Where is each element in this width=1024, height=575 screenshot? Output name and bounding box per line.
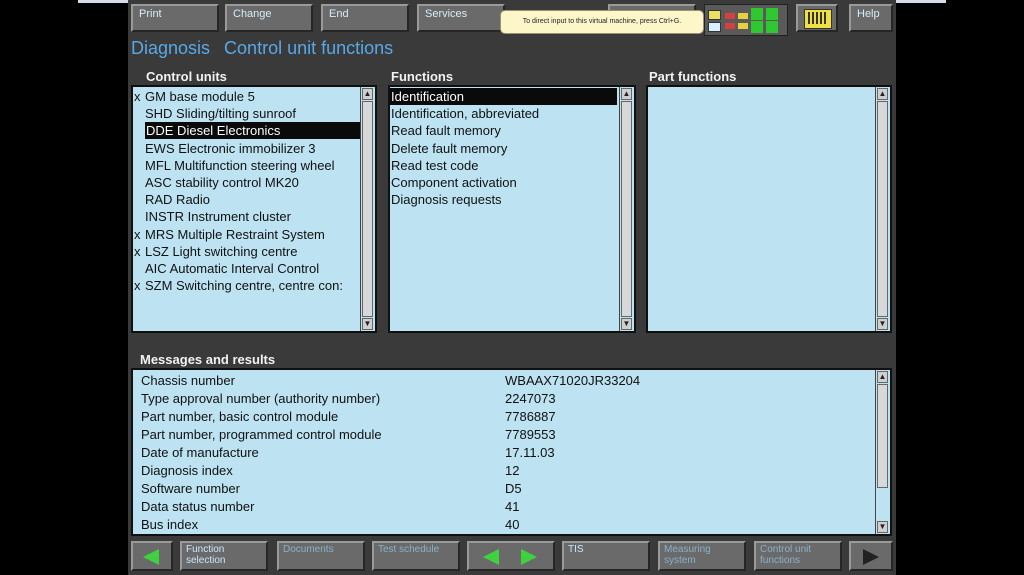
list-item[interactable]: ASC stability control MK20 — [133, 174, 361, 191]
navigate-arrows-button[interactable] — [467, 541, 555, 571]
services-button[interactable]: Services — [417, 4, 505, 32]
connection-status-icon — [704, 4, 788, 36]
control-units-scrollbar[interactable]: ▲ ▼ — [360, 87, 375, 331]
scroll-thumb[interactable] — [877, 101, 888, 317]
functions-scrollbar[interactable]: ▲ ▼ — [619, 87, 634, 331]
list-item[interactable]: x SZM Switching centre, centre con: — [133, 277, 361, 294]
page-title: Diagnosis Control unit functions — [131, 38, 407, 59]
list-item[interactable]: AIC Automatic Interval Control — [133, 260, 361, 277]
message-value: 17.11.03 — [505, 445, 555, 460]
control-units-label: Control units — [146, 69, 227, 84]
diagnosis-app: Print Change End Services Help To direct… — [128, 0, 896, 575]
documents-button[interactable]: Documents — [277, 541, 365, 571]
list-item[interactable]: Read test code — [390, 157, 620, 174]
scroll-up-icon[interactable]: ▲ — [877, 88, 888, 100]
arrow-right-icon — [521, 549, 537, 565]
message-label: Part number, basic control module — [141, 409, 339, 424]
list-item[interactable]: x LSZ Light switching centre — [133, 243, 361, 260]
scroll-down-icon[interactable]: ▼ — [362, 318, 373, 330]
message-value: 7786887 — [505, 409, 556, 424]
message-value: WBAAX71020JR33204 — [505, 373, 641, 388]
message-label: Part number, programmed control module — [141, 427, 382, 442]
message-label: Type approval number (authority number) — [141, 391, 381, 406]
arrow-left-icon — [143, 549, 159, 565]
scroll-up-icon[interactable]: ▲ — [877, 371, 888, 383]
part-functions-list[interactable]: ▲ ▼ — [646, 85, 892, 333]
print-button[interactable]: Print — [131, 4, 219, 32]
battery-icon[interactable] — [796, 4, 838, 32]
title-diagnosis: Diagnosis — [131, 38, 211, 58]
vm-input-tooltip: To direct input to this virtual machine,… — [500, 10, 704, 34]
arrow-left-icon — [483, 549, 499, 565]
message-label: Diagnosis index — [141, 463, 233, 478]
list-item[interactable]: MFL Multifunction steering wheel — [133, 157, 361, 174]
list-item-selected[interactable]: DDE Diesel Electronics — [133, 122, 362, 140]
scroll-up-icon[interactable]: ▲ — [362, 88, 373, 100]
measuring-system-button[interactable]: Measuring system — [658, 541, 746, 571]
list-item-selected[interactable]: Identification — [390, 88, 617, 106]
messages-label: Messages and results — [140, 352, 276, 367]
list-item[interactable]: Delete fault memory — [390, 140, 620, 157]
messages-scrollbar[interactable]: ▲ ▼ — [875, 370, 890, 534]
function-selection-button[interactable]: Function selection — [180, 541, 268, 571]
scroll-thumb[interactable] — [362, 101, 373, 317]
help-button[interactable]: Help — [849, 4, 893, 32]
list-item[interactable]: INSTR Instrument cluster — [133, 208, 361, 225]
message-value: 2247073 — [505, 391, 556, 406]
list-item[interactable]: RAD Radio — [133, 191, 361, 208]
functions-list[interactable]: Identification Identification, abbreviat… — [388, 85, 636, 333]
message-label: Software number — [141, 481, 240, 496]
change-button[interactable]: Change — [225, 4, 313, 32]
list-item[interactable]: Diagnosis requests — [390, 191, 620, 208]
list-item[interactable]: SHD Sliding/tilting sunroof — [133, 105, 361, 122]
test-schedule-button[interactable]: Test schedule — [372, 541, 460, 571]
scroll-down-icon[interactable]: ▼ — [621, 318, 632, 330]
list-item[interactable]: Component activation — [390, 174, 620, 191]
message-value: 12 — [505, 463, 520, 478]
end-button[interactable]: End — [321, 4, 409, 32]
scroll-up-icon[interactable]: ▲ — [621, 88, 632, 100]
message-value: 7789553 — [505, 427, 556, 442]
message-label: Bus index — [141, 517, 199, 532]
arrow-right-icon — [863, 549, 879, 565]
title-control-unit-functions: Control unit functions — [224, 38, 394, 58]
message-label: Date of manufacture — [141, 445, 259, 460]
message-value: 41 — [505, 499, 520, 514]
control-units-list[interactable]: x GM base module 5 SHD Sliding/tilting su… — [131, 85, 377, 333]
message-value: D5 — [505, 481, 522, 496]
message-label: Chassis number — [141, 373, 235, 388]
scroll-down-icon[interactable]: ▼ — [877, 318, 888, 330]
forward-button[interactable] — [849, 541, 893, 571]
functions-label: Functions — [391, 69, 454, 84]
list-item[interactable]: x GM base module 5 — [133, 88, 361, 105]
part-functions-label: Part functions — [649, 69, 737, 84]
list-item[interactable]: Read fault memory — [390, 122, 620, 139]
scroll-thumb[interactable] — [621, 101, 632, 317]
list-item[interactable]: Identification, abbreviated — [390, 105, 620, 122]
tis-button[interactable]: TIS — [562, 541, 650, 571]
message-label: Data status number — [141, 499, 255, 514]
scroll-thumb[interactable] — [877, 384, 888, 488]
message-value: 40 — [505, 517, 520, 532]
list-item[interactable]: x MRS Multiple Restraint System — [133, 226, 361, 243]
list-item[interactable]: EWS Electronic immobilizer 3 — [133, 140, 361, 157]
control-unit-functions-button[interactable]: Control unit functions — [754, 541, 842, 571]
scroll-down-icon[interactable]: ▼ — [877, 521, 888, 533]
part-functions-scrollbar[interactable]: ▲ ▼ — [875, 87, 890, 331]
back-button[interactable] — [131, 541, 173, 571]
messages-panel[interactable]: Chassis number WBAAX71020JR33204 Type ap… — [131, 368, 892, 536]
